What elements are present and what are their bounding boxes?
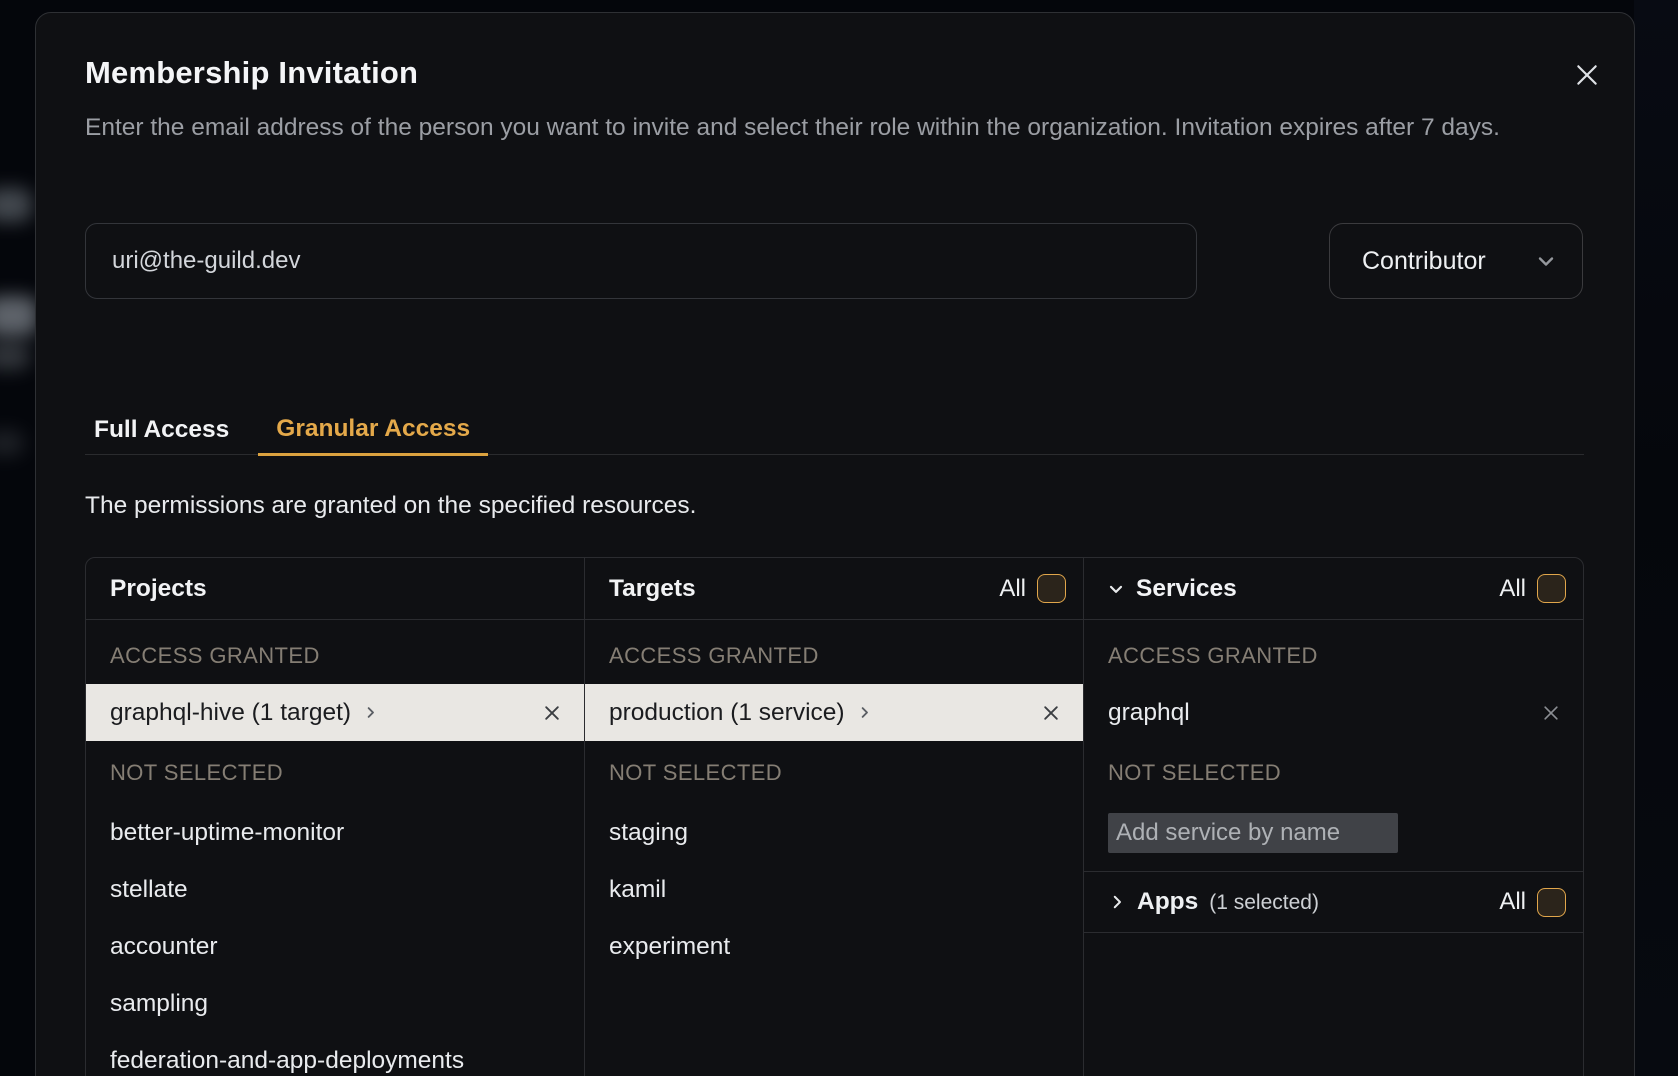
remove-target-button[interactable]: [1041, 703, 1061, 723]
remove-service-button[interactable]: [1541, 703, 1561, 723]
project-item[interactable]: sampling: [86, 975, 584, 1032]
chevron-right-icon: [363, 705, 378, 720]
project-item[interactable]: federation-and-app-deployments: [86, 1032, 584, 1076]
projects-access-granted-label: ACCESS GRANTED: [86, 628, 584, 684]
services-column: Services All ACCESS GRANTED graphql: [1084, 558, 1583, 1076]
tab-full-access[interactable]: Full Access: [85, 405, 243, 454]
add-service-input[interactable]: [1108, 813, 1398, 853]
apps-title: Apps: [1137, 888, 1198, 916]
apps-section-header[interactable]: Apps (1 selected) All: [1084, 872, 1583, 933]
targets-all-checkbox[interactable]: [1037, 574, 1066, 603]
membership-invitation-dialog: Membership Invitation Enter the email ad…: [35, 12, 1635, 1076]
apps-selected-count: (1 selected): [1209, 891, 1319, 915]
apps-all-checkbox[interactable]: [1537, 888, 1566, 917]
background-strip: [1634, 0, 1678, 1076]
chevron-down-icon: [1534, 249, 1558, 273]
close-dialog-button[interactable]: [1569, 57, 1605, 93]
remove-icon: [1541, 703, 1561, 723]
page-background: Membership Invitation Enter the email ad…: [0, 0, 1678, 1076]
selected-project-name: graphql-hive (1 target): [110, 699, 351, 727]
invite-email-input[interactable]: [85, 223, 1197, 299]
targets-all-label: All: [999, 575, 1026, 603]
project-item[interactable]: stellate: [86, 861, 584, 918]
dialog-description: Enter the email address of the person yo…: [85, 109, 1585, 147]
project-item[interactable]: accounter: [86, 918, 584, 975]
target-item[interactable]: kamil: [585, 861, 1083, 918]
background-blur-artifact: [0, 342, 30, 370]
selected-target-name: production (1 service): [609, 699, 845, 727]
targets-access-granted-label: ACCESS GRANTED: [585, 628, 1083, 684]
projects-not-selected-label: NOT SELECTED: [86, 741, 584, 804]
remove-icon: [1041, 703, 1061, 723]
remove-project-button[interactable]: [542, 703, 562, 723]
targets-title: Targets: [609, 575, 696, 603]
targets-column: Targets All ACCESS GRANTED production (1…: [585, 558, 1084, 1076]
services-access-granted-label: ACCESS GRANTED: [1084, 628, 1583, 684]
tab-granular-access[interactable]: Granular Access: [258, 405, 488, 456]
targets-not-selected-label: NOT SELECTED: [585, 741, 1083, 804]
chevron-down-icon: [1106, 579, 1126, 599]
selected-project-row[interactable]: graphql-hive (1 target): [86, 684, 584, 741]
role-select-button[interactable]: Contributor: [1329, 223, 1583, 299]
remove-icon: [542, 703, 562, 723]
chevron-right-icon: [857, 705, 872, 720]
services-all-checkbox[interactable]: [1537, 574, 1566, 603]
apps-all-label: All: [1499, 888, 1526, 916]
dialog-title: Membership Invitation: [85, 55, 418, 91]
selected-target-row[interactable]: production (1 service): [585, 684, 1083, 741]
target-item[interactable]: experiment: [585, 918, 1083, 975]
chevron-right-icon: [1108, 893, 1126, 911]
services-not-selected-label: NOT SELECTED: [1084, 741, 1583, 804]
project-item[interactable]: better-uptime-monitor: [86, 804, 584, 861]
projects-column: Projects ACCESS GRANTED graphql-hive (1 …: [86, 558, 585, 1076]
permissions-note: The permissions are granted on the speci…: [85, 492, 696, 520]
background-blur-artifact: [0, 296, 38, 336]
access-tabs: Full Access Granular Access: [85, 405, 1584, 455]
services-all-label: All: [1499, 575, 1526, 603]
background-blur-artifact: [0, 188, 32, 222]
role-select-value: Contributor: [1362, 247, 1486, 276]
permissions-table: Projects ACCESS GRANTED graphql-hive (1 …: [85, 557, 1584, 1076]
projects-header: Projects: [86, 558, 584, 620]
services-title: Services: [1136, 575, 1237, 603]
services-header[interactable]: Services All: [1084, 558, 1583, 620]
granted-service-name: graphql: [1108, 699, 1190, 727]
target-item[interactable]: staging: [585, 804, 1083, 861]
projects-title: Projects: [110, 575, 207, 603]
targets-header: Targets All: [585, 558, 1083, 620]
background-blur-artifact: [0, 430, 24, 456]
close-icon: [1574, 62, 1600, 88]
granted-service-row[interactable]: graphql: [1084, 684, 1583, 741]
